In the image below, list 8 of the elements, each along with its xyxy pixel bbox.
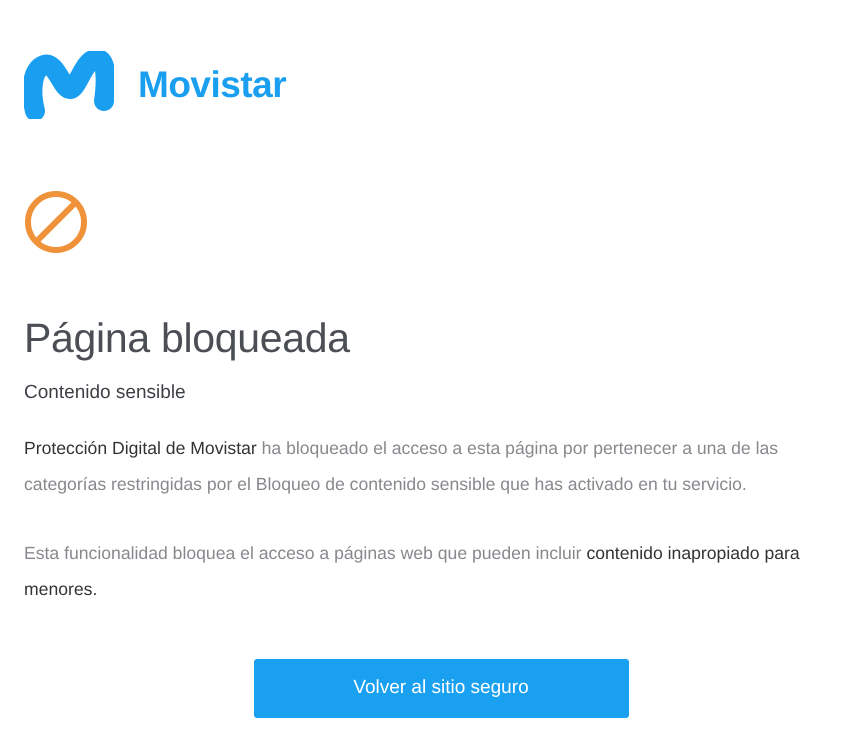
back-to-safe-site-button[interactable]: Volver al sitio seguro	[254, 658, 628, 718]
page-subtitle: Contenido sensible	[24, 381, 187, 406]
brand-name: Movistar	[138, 66, 286, 102]
page-title: Página bloqueada	[24, 316, 351, 362]
description-text: Esta funcionalidad bloquea el acceso a páginas web que pueden incluir contenido inapropiado para menores.	[24, 542, 801, 601]
prohibited-icon	[24, 190, 88, 254]
logo-icon	[24, 51, 114, 119]
description-text: Protección Digital de Movistar ha bloqueado el acceso a esta página por pertenecer a una de las categorías restringidas por el Bloqueo de contenido sensible que has activado en tu servicio.	[24, 436, 780, 496]
